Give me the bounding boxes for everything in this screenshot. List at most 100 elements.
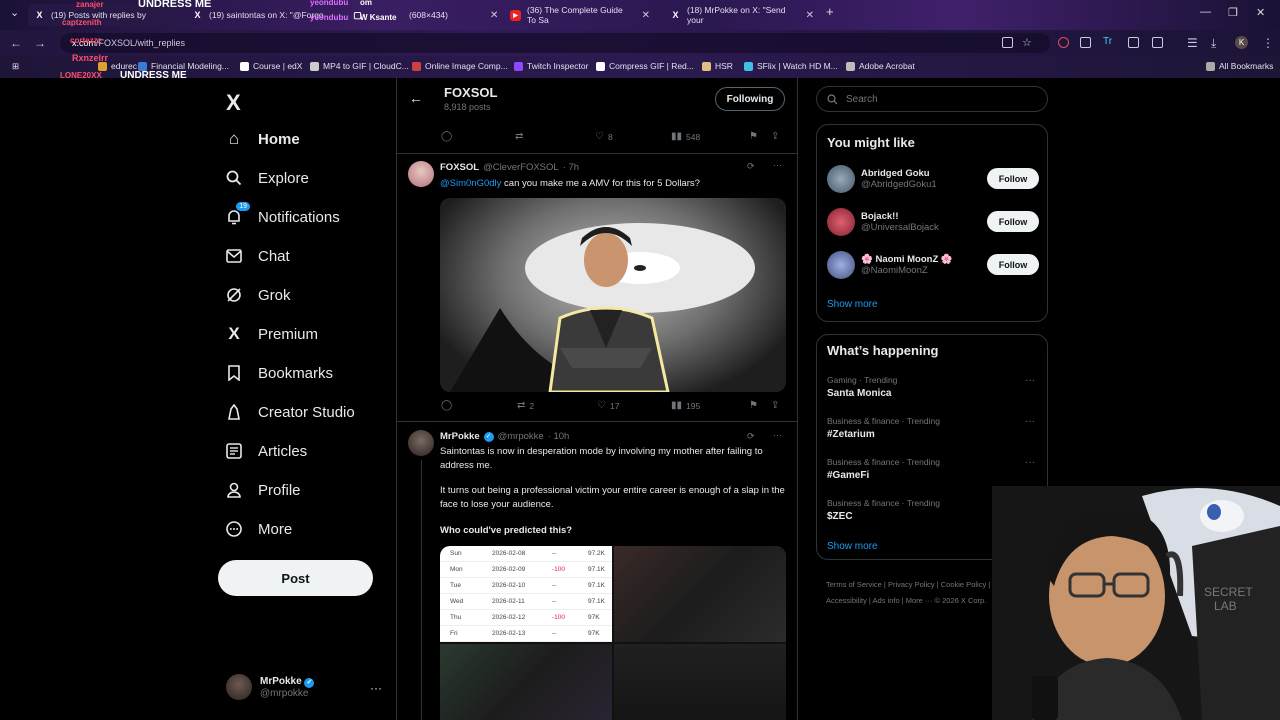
sidebar-item-chat[interactable]: Chat <box>224 246 290 266</box>
bookmark-adobe-acrobat[interactable]: Adobe Acrobat <box>846 61 915 71</box>
bookmark-edx[interactable]: Course | edX <box>240 61 302 71</box>
grok-icon[interactable]: ⟳ <box>747 431 755 442</box>
repost-button[interactable]: ⇄ <box>515 131 527 142</box>
sidebar-item-notifications[interactable]: 19 Notifications <box>224 202 340 227</box>
extension-icon[interactable] <box>1128 37 1139 48</box>
minimize-icon[interactable]: — <box>1200 6 1211 18</box>
suggestion-item[interactable]: 🌸 Naomi MoonZ 🌸 @NaomiMoonZ Follow <box>827 251 1039 279</box>
account-more-icon[interactable]: ··· <box>370 681 382 695</box>
forward-icon[interactable]: → <box>34 36 46 50</box>
back-icon[interactable]: ← <box>10 36 22 50</box>
more-icon[interactable]: ··· <box>1025 416 1035 427</box>
puzzle-icon[interactable] <box>1152 37 1163 48</box>
bookmark-hsr[interactable]: HSR <box>702 61 733 71</box>
bookmark-all-bookmarks[interactable]: All Bookmarks <box>1206 61 1273 71</box>
tweet-author-handle[interactable]: @CleverFOXSOL <box>483 162 559 173</box>
bookmark-icon: ⚑ <box>749 131 758 142</box>
show-more-link[interactable]: Show more <box>827 541 878 552</box>
media-icon[interactable]: ☰ <box>1187 36 1198 50</box>
sidebar-item-more[interactable]: More <box>224 519 292 539</box>
bookmark-sflix[interactable]: SFlix | Watch HD M... <box>744 61 838 71</box>
account-switcher[interactable]: MrPokke ✓ @mrpokke <box>226 674 315 700</box>
more-icon[interactable]: ··· <box>773 430 782 440</box>
sidebar-item-grok[interactable]: Grok <box>224 285 291 305</box>
show-more-link[interactable]: Show more <box>827 299 878 310</box>
apps-icon[interactable]: ⊞ <box>12 61 19 72</box>
screenshot-icon[interactable] <box>1002 37 1013 48</box>
share-button[interactable]: ⇪ <box>771 131 779 142</box>
sidebar-item-articles[interactable]: Articles <box>224 441 307 461</box>
tab-search-icon[interactable]: ⌄ <box>10 6 19 19</box>
follow-button[interactable]: Follow <box>987 211 1039 232</box>
star-icon[interactable]: ☆ <box>1022 36 1032 49</box>
post-button[interactable]: Post <box>218 560 373 596</box>
sidebar-item-explore[interactable]: Explore <box>224 168 309 188</box>
tweet-time[interactable]: · 7h <box>563 162 579 173</box>
bookmark-mp4-to-gif[interactable]: MP4 to GIF | CloudC... <box>310 61 409 71</box>
tweet-author-name[interactable]: FOXSOL <box>440 162 479 173</box>
sidebar-item-premium[interactable]: X Premium <box>224 324 318 344</box>
tab-mrpokke[interactable]: X (18) MrPokke on X: "Send your ✕ <box>664 4 820 26</box>
restore-icon[interactable]: ❐ <box>1228 6 1238 19</box>
footer-links[interactable]: Accessibility | Ads info | More ··· © 20… <box>826 596 986 605</box>
bookmark-image-compressor[interactable]: Online Image Comp... <box>412 61 508 71</box>
suggestion-item[interactable]: Bojack!! @UniversalBojack Follow <box>827 208 1039 236</box>
more-icon[interactable]: ··· <box>1025 457 1035 468</box>
bookmark-twitch-inspector[interactable]: Twitch Inspector <box>514 61 588 71</box>
trend-item[interactable]: Gaming · Trending Santa Monica ··· <box>827 375 1039 399</box>
reply-button[interactable]: ◯ <box>441 400 456 411</box>
trend-item[interactable]: Business & finance · Trending #GameFi ··… <box>827 457 1039 481</box>
close-window-icon[interactable]: ✕ <box>1256 6 1265 19</box>
tweet-author-name[interactable]: MrPokke <box>440 431 480 442</box>
x-logo-icon: X <box>36 10 43 20</box>
tweet-time[interactable]: · 10h <box>548 431 570 442</box>
download-icon[interactable]: ⤓ <box>1211 36 1216 51</box>
new-tab-button[interactable]: + <box>826 4 834 19</box>
avatar[interactable] <box>408 430 434 456</box>
close-icon[interactable]: ✕ <box>806 10 814 21</box>
follow-button[interactable]: Follow <box>987 168 1039 189</box>
x-logo-icon[interactable]: X <box>226 90 241 116</box>
reply-button[interactable]: ◯ <box>441 131 456 142</box>
share-button[interactable]: ⇪ <box>771 400 779 411</box>
close-icon[interactable]: ✕ <box>642 10 650 21</box>
tweet-author-handle[interactable]: @mrpokke <box>498 431 544 442</box>
grok-icon[interactable]: ⟳ <box>747 161 755 172</box>
search-input[interactable]: Search <box>816 86 1048 112</box>
repost-button[interactable]: ⇄ 2 <box>517 400 534 411</box>
views-button[interactable]: ▮▮ 195 <box>671 400 700 411</box>
share-icon: ⇪ <box>771 131 780 142</box>
sidebar-item-home[interactable]: ⌂ Home <box>224 129 300 149</box>
address-input[interactable]: x.com/FOXSOL/with_replies <box>60 33 1050 53</box>
trend-item[interactable]: Business & finance · Trending #Zetarium … <box>827 416 1039 440</box>
avatar[interactable] <box>408 161 434 187</box>
footer-links[interactable]: Terms of Service | Privacy Policy | Cook… <box>826 580 990 589</box>
menu-icon[interactable]: ⋮ <box>1262 36 1274 50</box>
translate-icon[interactable]: Tr <box>1103 36 1112 47</box>
shield-icon[interactable] <box>1080 37 1091 48</box>
tweet-image-collage[interactable]: Sun 2026-02-08 -- 97.2K Mon 2026-02-09 -100 97… <box>440 546 786 720</box>
extension-icon[interactable] <box>1058 37 1069 48</box>
following-button[interactable]: Following <box>715 87 785 111</box>
mention-link[interactable]: @Sim0nG0dly <box>440 178 501 189</box>
close-icon[interactable]: ✕ <box>490 10 498 21</box>
more-icon[interactable]: ··· <box>773 160 782 170</box>
bookmark-button[interactable]: ⚑ <box>749 131 758 142</box>
profile-avatar[interactable]: K <box>1235 36 1248 49</box>
sidebar-item-bookmarks[interactable]: Bookmarks <box>224 363 333 383</box>
like-button[interactable]: ♡ 8 <box>595 131 613 142</box>
sidebar-item-creator-studio[interactable]: Creator Studio <box>224 402 355 422</box>
views-button[interactable]: ▮▮ 548 <box>671 131 700 142</box>
account-handle: @mrpokke <box>260 687 309 699</box>
follow-button[interactable]: Follow <box>987 254 1039 275</box>
more-icon[interactable]: ··· <box>1025 375 1035 386</box>
tweet-text: Saintontas is now in desperation mode by… <box>440 446 763 471</box>
tweet-image[interactable] <box>440 198 786 392</box>
bookmark-button[interactable]: ⚑ <box>749 400 758 411</box>
tab-youtube-guide[interactable]: ▶ (36) The Complete Guide To Sa ✕ <box>504 4 656 26</box>
suggestion-item[interactable]: Abridged Goku @AbridgedGoku1 Follow <box>827 165 1039 193</box>
bookmark-compress-gif[interactable]: Compress GIF | Red... <box>596 61 694 71</box>
back-arrow-icon[interactable]: ← <box>409 90 423 106</box>
like-button[interactable]: ♡ 17 <box>597 400 619 411</box>
sidebar-item-profile[interactable]: Profile <box>224 480 301 500</box>
